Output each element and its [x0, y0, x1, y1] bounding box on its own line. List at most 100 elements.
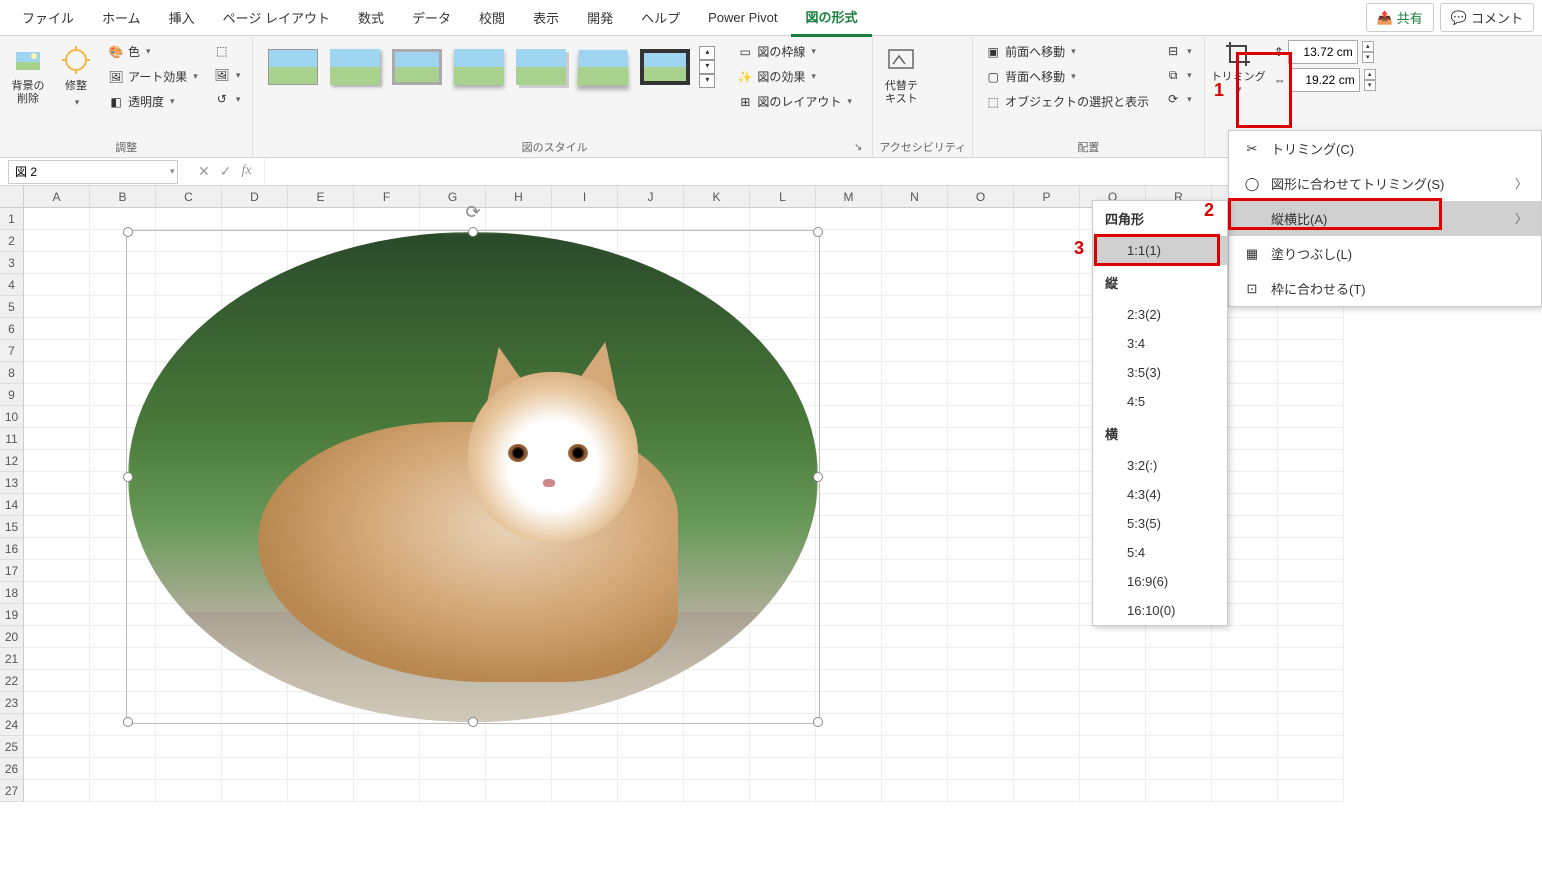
change-picture-button[interactable]: 🖼▾	[208, 64, 247, 86]
cell[interactable]	[948, 582, 1014, 604]
cell[interactable]	[816, 626, 882, 648]
cell[interactable]	[1278, 670, 1344, 692]
cell[interactable]	[90, 780, 156, 802]
cell[interactable]	[750, 758, 816, 780]
cell[interactable]	[1014, 274, 1080, 296]
cell[interactable]	[1014, 604, 1080, 626]
col-header-A[interactable]: A	[24, 186, 90, 208]
row-header-6[interactable]: 6	[0, 318, 24, 340]
cell[interactable]	[1278, 472, 1344, 494]
cell[interactable]	[1014, 626, 1080, 648]
cell[interactable]	[882, 516, 948, 538]
cell[interactable]	[948, 692, 1014, 714]
cell[interactable]	[1212, 714, 1278, 736]
row-header-17[interactable]: 17	[0, 560, 24, 582]
cell[interactable]	[1014, 296, 1080, 318]
cell[interactable]	[816, 560, 882, 582]
picture-effects-button[interactable]: ✨図の効果▾	[731, 65, 858, 88]
cell[interactable]	[1014, 208, 1080, 230]
cell[interactable]	[222, 208, 288, 230]
row-header-19[interactable]: 19	[0, 604, 24, 626]
cell[interactable]	[882, 472, 948, 494]
row-header-25[interactable]: 25	[0, 736, 24, 758]
name-box-input[interactable]	[15, 165, 170, 179]
width-up[interactable]: ▴	[1364, 69, 1376, 80]
cancel-formula[interactable]: ✕	[198, 163, 210, 180]
handle-tl[interactable]	[123, 227, 133, 237]
height-down[interactable]: ▾	[1362, 52, 1374, 63]
tab-insert[interactable]: 挿入	[155, 0, 209, 35]
aspect-16-10[interactable]: 16:10(0)	[1093, 596, 1227, 625]
cell[interactable]	[882, 274, 948, 296]
cell[interactable]	[816, 692, 882, 714]
row-header-14[interactable]: 14	[0, 494, 24, 516]
cell[interactable]	[1080, 648, 1146, 670]
cell[interactable]	[816, 648, 882, 670]
cell[interactable]	[948, 296, 1014, 318]
cell[interactable]	[1278, 736, 1344, 758]
cell[interactable]	[882, 450, 948, 472]
cell[interactable]	[948, 208, 1014, 230]
cell[interactable]	[948, 538, 1014, 560]
share-button[interactable]: 📤共有	[1366, 3, 1434, 32]
cell[interactable]	[24, 516, 90, 538]
width-down[interactable]: ▾	[1364, 80, 1376, 91]
row-header-23[interactable]: 23	[0, 692, 24, 714]
select-all-corner[interactable]	[0, 186, 24, 208]
color-button[interactable]: 🎨色▾	[102, 40, 204, 63]
cell[interactable]	[816, 362, 882, 384]
cell[interactable]	[1080, 758, 1146, 780]
cell[interactable]	[948, 274, 1014, 296]
handle-tr[interactable]	[813, 227, 823, 237]
cell[interactable]	[882, 714, 948, 736]
cell[interactable]	[882, 736, 948, 758]
row-header-12[interactable]: 12	[0, 450, 24, 472]
cell[interactable]	[882, 208, 948, 230]
gallery-down[interactable]: ▾	[699, 60, 715, 74]
name-box-dropdown[interactable]: ▾	[170, 166, 175, 177]
row-header-8[interactable]: 8	[0, 362, 24, 384]
col-header-B[interactable]: B	[90, 186, 156, 208]
cell[interactable]	[882, 692, 948, 714]
cell[interactable]	[948, 340, 1014, 362]
corrections-button[interactable]: 修整▾	[54, 40, 98, 112]
tab-powerpivot[interactable]: Power Pivot	[694, 2, 791, 33]
cell[interactable]	[1014, 560, 1080, 582]
tab-help[interactable]: ヘルプ	[627, 0, 694, 35]
tab-review[interactable]: 校閲	[465, 0, 519, 35]
cell[interactable]	[816, 780, 882, 802]
cell[interactable]	[1014, 384, 1080, 406]
cell[interactable]	[816, 758, 882, 780]
row-header-7[interactable]: 7	[0, 340, 24, 362]
cell[interactable]	[684, 208, 750, 230]
cell[interactable]	[882, 406, 948, 428]
cell[interactable]	[882, 494, 948, 516]
cell[interactable]	[156, 208, 222, 230]
aspect-4-5[interactable]: 4:5	[1093, 387, 1227, 416]
cell[interactable]	[156, 736, 222, 758]
cell[interactable]	[1278, 604, 1344, 626]
cell[interactable]	[1014, 780, 1080, 802]
cell[interactable]	[1146, 780, 1212, 802]
cell[interactable]	[1278, 516, 1344, 538]
cell[interactable]	[24, 736, 90, 758]
cell[interactable]	[90, 736, 156, 758]
cell[interactable]	[1014, 450, 1080, 472]
cell[interactable]	[24, 472, 90, 494]
style-thumb-4[interactable]	[451, 46, 507, 88]
cell[interactable]	[948, 384, 1014, 406]
cell[interactable]	[1212, 648, 1278, 670]
cell[interactable]	[618, 780, 684, 802]
selection-pane-button[interactable]: ⬚オブジェクトの選択と表示	[979, 90, 1155, 113]
cell[interactable]	[1278, 560, 1344, 582]
cell[interactable]	[156, 780, 222, 802]
cell[interactable]	[24, 340, 90, 362]
cell[interactable]	[552, 736, 618, 758]
cell[interactable]	[948, 670, 1014, 692]
cell[interactable]	[882, 780, 948, 802]
cell[interactable]	[1146, 758, 1212, 780]
cell[interactable]	[618, 736, 684, 758]
cell[interactable]	[1212, 670, 1278, 692]
cell[interactable]	[486, 208, 552, 230]
cell[interactable]	[684, 758, 750, 780]
